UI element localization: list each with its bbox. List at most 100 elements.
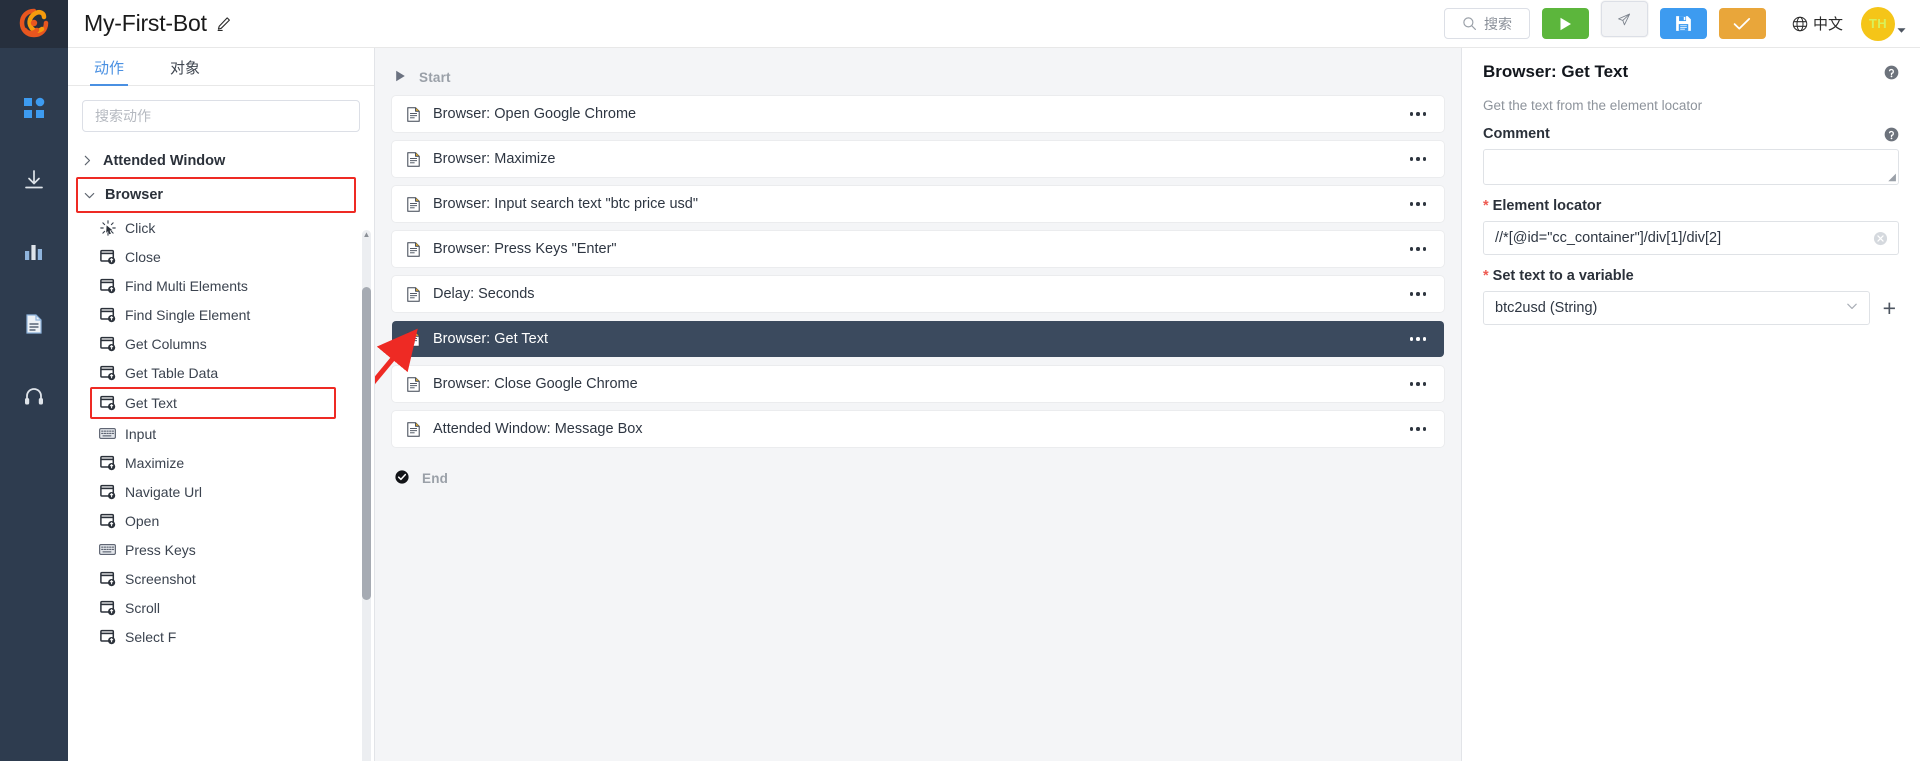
language-selector[interactable]: 中文	[1792, 13, 1843, 34]
flow-step-label: Browser: Input search text "btc price us…	[433, 196, 698, 212]
floppy-disk-save-icon	[1676, 16, 1691, 31]
flow-step[interactable]: Attended Window: Message Box	[392, 411, 1444, 447]
sidebar-item-press-keys[interactable]: Press Keys	[68, 535, 374, 564]
ellipsis-menu-icon[interactable]	[1408, 331, 1429, 347]
step-run-button[interactable]	[1600, 1, 1648, 37]
browser-window-icon	[99, 395, 116, 412]
user-menu[interactable]: TH	[1861, 6, 1906, 41]
save-button[interactable]	[1659, 8, 1707, 39]
sidebar-scrollbar[interactable]: ▲	[362, 230, 371, 761]
required-marker: *	[1483, 198, 1489, 214]
rail-item-support[interactable]	[0, 360, 68, 432]
sidebar-item-get-table-data[interactable]: Get Table Data	[68, 358, 374, 387]
tab-objects[interactable]: 对象	[166, 57, 204, 85]
rail-item-dashboard[interactable]	[0, 72, 68, 144]
action-search-wrap: 搜索动作	[68, 86, 374, 142]
sidebar-item-find-single-element[interactable]: Find Single Element	[68, 300, 374, 329]
keyboard-icon	[99, 425, 116, 442]
script-document-icon	[407, 421, 423, 437]
sidebar-item-get-columns[interactable]: Get Columns	[68, 329, 374, 358]
flow-step[interactable]: Browser: Close Google Chrome	[392, 366, 1444, 402]
rail-item-documents[interactable]	[0, 288, 68, 360]
flow-step[interactable]: Browser: Input search text "btc price us…	[392, 186, 1444, 222]
sidebar-item-click[interactable]: Click	[68, 213, 374, 242]
script-document-icon	[407, 106, 423, 122]
properties-header: Browser: Get Text	[1483, 62, 1899, 82]
avatar-caret[interactable]	[1897, 21, 1906, 39]
ellipsis-menu-icon[interactable]	[1408, 421, 1429, 437]
tab-actions[interactable]: 动作	[90, 57, 129, 86]
sidebar-item-navigate-url[interactable]: Navigate Url	[68, 477, 374, 506]
scroll-up-arrow[interactable]: ▲	[362, 230, 371, 239]
ellipsis-menu-icon[interactable]	[1408, 376, 1429, 392]
paper-plane-icon	[1618, 13, 1631, 25]
rename-button[interactable]	[216, 16, 232, 32]
action-search-input[interactable]: 搜索动作	[82, 100, 360, 132]
comment-label: Comment	[1483, 126, 1550, 142]
variable-label: Set text to a variable	[1492, 268, 1634, 284]
chevron-right-icon	[84, 155, 91, 166]
help-circle-icon[interactable]	[1884, 127, 1899, 142]
rail-item-download[interactable]	[0, 144, 68, 216]
comment-textarea[interactable]: ◢	[1483, 149, 1899, 185]
ellipsis-menu-icon[interactable]	[1408, 241, 1429, 257]
rail-item-analytics[interactable]	[0, 216, 68, 288]
script-document-icon	[407, 286, 423, 302]
flow-step[interactable]: Browser: Maximize	[392, 141, 1444, 177]
required-marker: *	[1483, 268, 1489, 284]
sidebar-item-label: Maximize	[125, 454, 185, 471]
flow-step[interactable]: Browser: Open Google Chrome	[392, 96, 1444, 132]
browser-window-icon	[99, 512, 116, 529]
properties-panel: Browser: Get Text Get the text from the …	[1461, 48, 1920, 761]
download-icon	[25, 170, 43, 189]
app-logo-icon	[19, 8, 49, 38]
keyboard-icon	[99, 541, 116, 558]
flow-step-label: Browser: Open Google Chrome	[433, 106, 637, 122]
search-icon	[1463, 17, 1476, 30]
flow-step[interactable]: Delay: Seconds	[392, 276, 1444, 312]
sidebar-item-maximize[interactable]: Maximize	[68, 448, 374, 477]
sidebar-item-label: Get Table Data	[125, 364, 219, 381]
flow-step[interactable]: Browser: Press Keys "Enter"	[392, 231, 1444, 267]
chevron-down-icon	[1846, 299, 1858, 317]
sidebar-item-scroll[interactable]: Scroll	[68, 593, 374, 622]
add-variable-button[interactable]: +	[1880, 296, 1899, 320]
run-button[interactable]	[1541, 8, 1589, 39]
ellipsis-menu-icon[interactable]	[1408, 106, 1429, 122]
flow-step-selected[interactable]: Browser: Get Text	[392, 321, 1444, 357]
sidebar-group-label: Browser	[105, 187, 164, 203]
flow-step-list: Browser: Open Google Chrome Browser: Max…	[392, 96, 1444, 447]
sidebar-item-open[interactable]: Open	[68, 506, 374, 535]
sidebar-item-screenshot[interactable]: Screenshot	[68, 564, 374, 593]
sidebar-scrollbar-thumb[interactable]	[362, 287, 371, 600]
sidebar-group-browser[interactable]: Browser	[76, 177, 356, 213]
ellipsis-menu-icon[interactable]	[1408, 196, 1429, 212]
sidebar-item-label: Get Columns	[125, 335, 207, 352]
play-icon	[1560, 17, 1571, 30]
confirm-button[interactable]	[1718, 8, 1766, 39]
sidebar-item-select-frame[interactable]: Select F	[68, 622, 374, 651]
flow-start: Start	[392, 62, 1444, 92]
resize-grip-icon[interactable]: ◢	[1888, 172, 1896, 183]
global-search-input[interactable]: 搜索	[1443, 8, 1530, 39]
variable-select[interactable]: btc2usd (String)	[1483, 291, 1870, 325]
app-logo[interactable]	[0, 0, 68, 48]
element-locator-input[interactable]: //*[@id="cc_container"]/div[1]/div[2]	[1483, 221, 1899, 255]
ellipsis-menu-icon[interactable]	[1408, 151, 1429, 167]
clear-circle-icon[interactable]	[1873, 231, 1888, 246]
chevron-down-icon	[84, 192, 95, 198]
help-circle-icon[interactable]	[1884, 65, 1899, 80]
sidebar-item-close[interactable]: Close	[68, 242, 374, 271]
sidebar-item-label: Close	[125, 248, 161, 265]
comment-field-header: Comment	[1483, 126, 1899, 142]
top-header: My-First-Bot 搜索 中文 TH	[68, 0, 1920, 48]
avatar: TH	[1861, 6, 1895, 41]
sidebar-group-attended-window[interactable]: Attended Window	[68, 144, 374, 177]
sidebar-item-find-multi-elements[interactable]: Find Multi Elements	[68, 271, 374, 300]
bar-chart-icon	[25, 245, 42, 260]
ellipsis-menu-icon[interactable]	[1408, 286, 1429, 302]
flow-canvas: Start Browser: Open Google Chrome Browse…	[375, 48, 1461, 761]
sidebar-item-get-text[interactable]: Get Text	[90, 387, 336, 419]
sidebar-item-label: Open	[125, 512, 160, 529]
sidebar-item-input[interactable]: Input	[68, 419, 374, 448]
